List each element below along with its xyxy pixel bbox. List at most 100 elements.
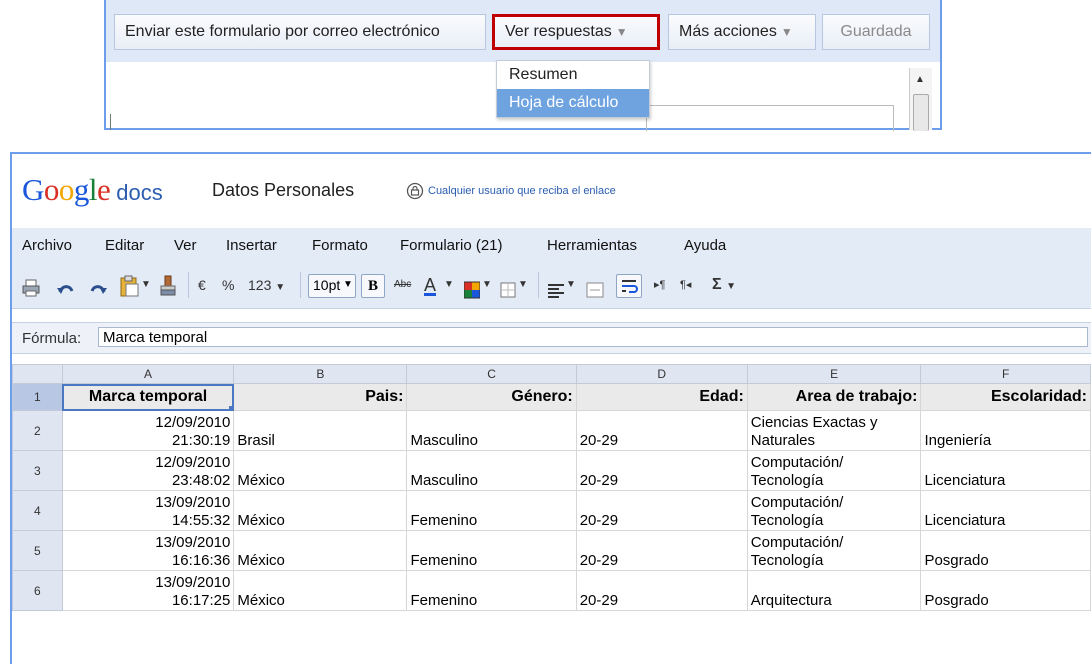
- chevron-down-icon[interactable]: ▼: [141, 274, 151, 296]
- fill-handle[interactable]: [229, 406, 233, 410]
- wrap-text-button[interactable]: [616, 274, 642, 298]
- cell-header-country[interactable]: Pais:: [233, 383, 408, 411]
- menu-archivo[interactable]: Archivo: [22, 237, 72, 254]
- number-format-button[interactable]: 123 ▼: [248, 274, 285, 296]
- document-title[interactable]: Datos Personales: [212, 180, 354, 201]
- cell-country[interactable]: México: [233, 570, 408, 611]
- cell-timestamp[interactable]: 13/09/2010 16:16:36: [61, 530, 235, 571]
- cell-age[interactable]: 20-29: [575, 530, 748, 571]
- cell-gender[interactable]: Femenino: [406, 530, 577, 571]
- cell-work-area[interactable]: Computación/Tecnología: [746, 530, 922, 571]
- share-icon: [406, 182, 424, 200]
- timestamp-date: 12/09/2010: [155, 414, 231, 431]
- cell-timestamp[interactable]: 12/09/2010 21:30:19: [61, 410, 235, 451]
- cell-country[interactable]: México: [233, 450, 408, 491]
- toolbar-divider: [300, 272, 301, 298]
- email-form-button[interactable]: Enviar este formulario por correo electr…: [114, 14, 486, 50]
- google-docs-logo[interactable]: Google docs: [22, 172, 163, 208]
- view-responses-button[interactable]: Ver respuestas ▼: [492, 14, 660, 50]
- undo-icon[interactable]: [56, 276, 76, 304]
- cell-timestamp[interactable]: 12/09/2010 23:48:02: [61, 450, 235, 491]
- cell-country[interactable]: Brasil: [233, 410, 408, 451]
- ltr-direction-icon[interactable]: ▸¶: [654, 274, 665, 296]
- column-header-d[interactable]: D: [575, 364, 748, 384]
- cell-header-education[interactable]: Escolaridad:: [920, 383, 1091, 411]
- cell-work-area[interactable]: Arquitectura: [746, 570, 922, 611]
- menu-insertar[interactable]: Insertar: [226, 237, 277, 254]
- cell-gender[interactable]: Masculino: [406, 410, 577, 451]
- cell-gender[interactable]: Femenino: [406, 570, 577, 611]
- cell-work-area[interactable]: Computación/Tecnología: [746, 490, 922, 531]
- chevron-down-icon[interactable]: ▼: [518, 274, 528, 296]
- cell-header-gender[interactable]: Género:: [406, 383, 577, 411]
- cell-education[interactable]: Licenciatura: [920, 490, 1091, 531]
- cell-education[interactable]: Posgrado: [920, 570, 1091, 611]
- formula-input[interactable]: Marca temporal: [98, 327, 1088, 347]
- cell-gender[interactable]: Masculino: [406, 450, 577, 491]
- cell-work-area[interactable]: Computación/Tecnología: [746, 450, 922, 491]
- chevron-down-icon: ▼: [780, 25, 793, 39]
- sum-function-button[interactable]: Σ ▼: [712, 274, 736, 296]
- dropdown-item-summary[interactable]: Resumen: [497, 61, 649, 89]
- scroll-up-arrow-icon[interactable]: ▲: [915, 74, 925, 85]
- column-header-a[interactable]: A: [61, 364, 235, 384]
- redo-icon[interactable]: [88, 276, 108, 304]
- column-header-e[interactable]: E: [746, 364, 922, 384]
- chevron-down-icon[interactable]: ▼: [482, 274, 492, 296]
- select-all-corner[interactable]: [12, 364, 63, 384]
- print-icon[interactable]: [22, 274, 40, 302]
- cell-header-age[interactable]: Edad:: [575, 383, 748, 411]
- chevron-down-icon[interactable]: ▼: [444, 274, 454, 296]
- merge-cells-icon[interactable]: [586, 276, 604, 304]
- bold-button[interactable]: B: [361, 274, 385, 298]
- cell-education[interactable]: Posgrado: [920, 530, 1091, 571]
- cell-education[interactable]: Ingeniería: [920, 410, 1091, 451]
- cell-age[interactable]: 20-29: [575, 490, 748, 531]
- cell-gender[interactable]: Femenino: [406, 490, 577, 531]
- menu-ver[interactable]: Ver: [174, 237, 197, 254]
- menu-ayuda[interactable]: Ayuda: [684, 237, 726, 254]
- cell-header-work-area[interactable]: Area de trabajo:: [746, 383, 922, 411]
- sharing-status-link[interactable]: Cualquier usuario que reciba el enlace: [428, 185, 616, 197]
- cell-education[interactable]: Licenciatura: [920, 450, 1091, 491]
- strikethrough-button[interactable]: Abc: [394, 274, 411, 296]
- column-header-f[interactable]: F: [920, 364, 1091, 384]
- cell-timestamp[interactable]: 13/09/2010 16:17:25: [61, 570, 235, 611]
- row-header[interactable]: 5: [12, 530, 63, 571]
- row-header[interactable]: 4: [12, 490, 63, 531]
- form-scrollbar[interactable]: ▲: [909, 68, 932, 131]
- menu-formulario[interactable]: Formulario (21): [400, 237, 503, 254]
- dropdown-item-spreadsheet[interactable]: Hoja de cálculo: [497, 89, 649, 117]
- row-header[interactable]: 2: [12, 410, 63, 451]
- saved-button[interactable]: Guardada: [822, 14, 930, 50]
- column-header-c[interactable]: C: [406, 364, 577, 384]
- paint-format-icon[interactable]: [158, 272, 178, 300]
- cell-country[interactable]: México: [233, 530, 408, 571]
- align-icon[interactable]: [548, 277, 564, 305]
- row-header[interactable]: 3: [12, 450, 63, 491]
- chevron-down-icon[interactable]: ▼: [566, 274, 576, 296]
- text-color-button[interactable]: A: [424, 274, 436, 296]
- cell-age[interactable]: 20-29: [575, 570, 748, 611]
- font-size-select[interactable]: 10pt ▼: [308, 274, 356, 298]
- row-header[interactable]: 6: [12, 570, 63, 611]
- row-header[interactable]: 1: [12, 383, 63, 411]
- borders-icon[interactable]: [500, 276, 516, 304]
- paste-icon[interactable]: [118, 272, 140, 300]
- menu-herramientas[interactable]: Herramientas: [547, 237, 637, 254]
- cell-age[interactable]: 20-29: [575, 450, 748, 491]
- cell-age[interactable]: 20-29: [575, 410, 748, 451]
- cell-work-area[interactable]: Ciencias Exactas y Naturales: [746, 410, 922, 451]
- cell-country[interactable]: México: [233, 490, 408, 531]
- menu-formato[interactable]: Formato: [312, 237, 368, 254]
- scrollbar-thumb[interactable]: [913, 94, 929, 131]
- cell-header-timestamp[interactable]: Marca temporal: [61, 383, 235, 411]
- menu-editar[interactable]: Editar: [105, 237, 144, 254]
- percent-format-button[interactable]: %: [222, 274, 234, 296]
- column-header-b[interactable]: B: [233, 364, 408, 384]
- rtl-direction-icon[interactable]: ¶◂: [680, 274, 691, 296]
- cell-timestamp[interactable]: 13/09/2010 14:55:32: [61, 490, 235, 531]
- currency-format-button[interactable]: €: [198, 274, 206, 296]
- more-actions-button[interactable]: Más acciones ▼: [668, 14, 816, 50]
- fill-color-icon[interactable]: [464, 276, 480, 304]
